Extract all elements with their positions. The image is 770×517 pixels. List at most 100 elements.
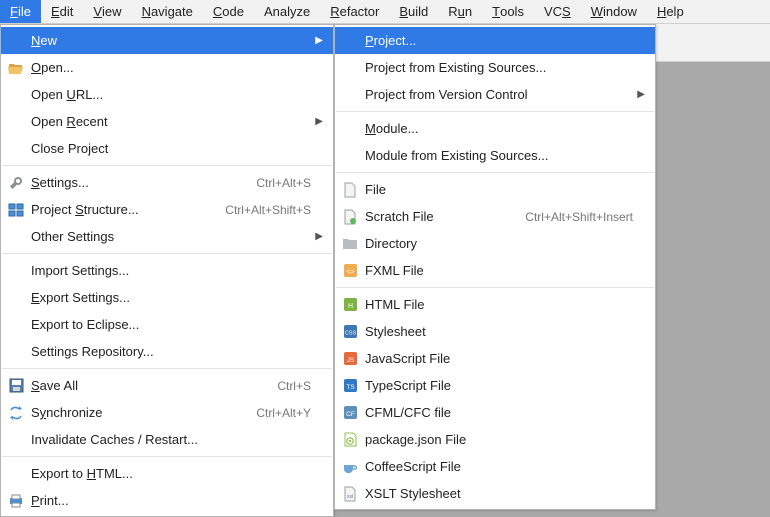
- js-icon: JS: [341, 351, 359, 367]
- menu-item-open[interactable]: Open...: [1, 54, 333, 81]
- menu-separator: [2, 456, 332, 457]
- menu-separator: [2, 253, 332, 254]
- menu-item-scratch-file[interactable]: Scratch FileCtrl+Alt+Shift+Insert: [335, 203, 655, 230]
- menu-item-new[interactable]: New▶: [1, 27, 333, 54]
- html-icon: H: [341, 297, 359, 313]
- fxml-icon: <>: [341, 263, 359, 279]
- menu-item-fxml-file[interactable]: <>FXML File: [335, 257, 655, 284]
- menu-item-label: Open Recent: [31, 114, 311, 129]
- blank-icon: [7, 466, 25, 482]
- submenu-arrow-icon: ▶: [633, 89, 645, 100]
- menubar-item-analyze[interactable]: Analyze: [254, 0, 320, 23]
- menu-item-print[interactable]: Print...: [1, 487, 333, 514]
- npm-icon: [341, 432, 359, 448]
- menu-separator: [336, 287, 654, 288]
- menu-item-label: Module...: [365, 121, 633, 136]
- wrench-icon: [7, 175, 25, 191]
- svg-text:<>: <>: [346, 269, 354, 276]
- save-icon: [7, 378, 25, 394]
- menu-item-shortcut: Ctrl+Alt+Shift+Insert: [525, 210, 633, 224]
- svg-text:CSS: CSS: [344, 331, 356, 337]
- menubar-item-vcs[interactable]: VCS: [534, 0, 581, 23]
- menu-item-project-from-existing-sources[interactable]: Project from Existing Sources...: [335, 54, 655, 81]
- menu-item-label: Import Settings...: [31, 263, 311, 278]
- menu-item-settings[interactable]: Settings...Ctrl+Alt+S: [1, 169, 333, 196]
- menu-item-label: Print...: [31, 493, 311, 508]
- menu-separator: [336, 111, 654, 112]
- menu-item-shortcut: Ctrl+Alt+Y: [256, 406, 311, 420]
- menu-item-project-from-version-control[interactable]: Project from Version Control▶: [335, 81, 655, 108]
- menu-item-import-settings[interactable]: Import Settings...: [1, 257, 333, 284]
- new-submenu: Project... Project from Existing Sources.…: [334, 24, 656, 510]
- menu-item-coffeescript-file[interactable]: CoffeeScript File: [335, 453, 655, 480]
- menubar-item-code[interactable]: Code: [203, 0, 254, 23]
- menu-item-label: Project...: [365, 33, 633, 48]
- menu-item-open-recent[interactable]: Open Recent▶: [1, 108, 333, 135]
- menu-item-export-to-html[interactable]: Export to HTML...: [1, 460, 333, 487]
- menubar-item-view[interactable]: View: [83, 0, 131, 23]
- blank-icon: [7, 263, 25, 279]
- menubar-item-navigate[interactable]: Navigate: [132, 0, 203, 23]
- submenu-arrow-icon: ▶: [311, 231, 323, 242]
- menubar-item-refactor[interactable]: Refactor: [320, 0, 389, 23]
- menu-item-html-file[interactable]: HHTML File: [335, 291, 655, 318]
- menu-item-package-json-file[interactable]: package.json File: [335, 426, 655, 453]
- menu-item-label: Open URL...: [31, 87, 311, 102]
- svg-text:CF: CF: [346, 411, 355, 418]
- menu-item-save-all[interactable]: Save All Ctrl+S: [1, 372, 333, 399]
- menu-item-invalidate-caches-restart[interactable]: Invalidate Caches / Restart...: [1, 426, 333, 453]
- blank-icon: [7, 114, 25, 130]
- menu-item-label: Export to Eclipse...: [31, 317, 311, 332]
- svg-text:xsl: xsl: [347, 494, 353, 500]
- menu-item-label: Export to HTML...: [31, 466, 311, 481]
- menu-item-label: Stylesheet: [365, 324, 633, 339]
- menu-item-shortcut: Ctrl+Alt+Shift+S: [225, 203, 311, 217]
- menu-item-file[interactable]: File: [335, 176, 655, 203]
- menu-item-directory[interactable]: Directory: [335, 230, 655, 257]
- menu-item-label: Module from Existing Sources...: [365, 148, 633, 163]
- menu-item-synchronize[interactable]: Synchronize Ctrl+Alt+Y: [1, 399, 333, 426]
- menu-item-module[interactable]: Module...: [335, 115, 655, 142]
- toolbar-strip: [656, 24, 770, 62]
- menu-item-xslt-stylesheet[interactable]: xslXSLT Stylesheet: [335, 480, 655, 507]
- coffee-icon: [341, 459, 359, 475]
- menu-item-label: Synchronize: [31, 405, 238, 420]
- menu-item-stylesheet[interactable]: CSS Stylesheet: [335, 318, 655, 345]
- menu-item-label: CFML/CFC file: [365, 405, 633, 420]
- sync-icon: [7, 405, 25, 421]
- menu-item-export-settings[interactable]: Export Settings...: [1, 284, 333, 311]
- menu-item-settings-repository[interactable]: Settings Repository...: [1, 338, 333, 365]
- blank-icon: [7, 317, 25, 333]
- menu-item-close-project[interactable]: Close Project: [1, 135, 333, 162]
- menu-item-javascript-file[interactable]: JSJavaScript File: [335, 345, 655, 372]
- menu-item-label: Project from Version Control: [365, 87, 633, 102]
- menu-item-cfml-cfc-file[interactable]: CF CFML/CFC file: [335, 399, 655, 426]
- menubar-item-edit[interactable]: Edit: [41, 0, 83, 23]
- menu-item-open-url[interactable]: Open URL...: [1, 81, 333, 108]
- submenu-arrow-icon: ▶: [311, 35, 323, 46]
- blank-icon: [341, 148, 359, 164]
- menu-item-module-from-existing-sources[interactable]: Module from Existing Sources...: [335, 142, 655, 169]
- menubar-item-build[interactable]: Build: [389, 0, 438, 23]
- menubar: FileEditViewNavigateCodeAnalyzeRefactorB…: [0, 0, 770, 24]
- menu-item-export-to-eclipse[interactable]: Export to Eclipse...: [1, 311, 333, 338]
- menu-item-label: Open...: [31, 60, 311, 75]
- submenu-arrow-icon: ▶: [311, 116, 323, 127]
- blank-icon: [341, 60, 359, 76]
- menu-item-label: Invalidate Caches / Restart...: [31, 432, 311, 447]
- svg-text:JS: JS: [346, 357, 354, 364]
- menu-item-label: Save All: [31, 378, 259, 393]
- menu-item-project[interactable]: Project...: [335, 27, 655, 54]
- menu-item-project-structure[interactable]: Project Structure...Ctrl+Alt+Shift+S: [1, 196, 333, 223]
- menu-item-shortcut: Ctrl+S: [277, 379, 311, 393]
- menu-item-label: Export Settings...: [31, 290, 311, 305]
- xslt-icon: xsl: [341, 486, 359, 502]
- menubar-item-run[interactable]: Run: [438, 0, 482, 23]
- menubar-item-file[interactable]: File: [0, 0, 41, 23]
- menu-item-typescript-file[interactable]: TSTypeScript File: [335, 372, 655, 399]
- menubar-item-window[interactable]: Window: [581, 0, 647, 23]
- menubar-item-tools[interactable]: Tools: [482, 0, 534, 23]
- folder-icon: [341, 236, 359, 252]
- menu-item-other-settings[interactable]: Other Settings▶: [1, 223, 333, 250]
- menubar-item-help[interactable]: Help: [647, 0, 694, 23]
